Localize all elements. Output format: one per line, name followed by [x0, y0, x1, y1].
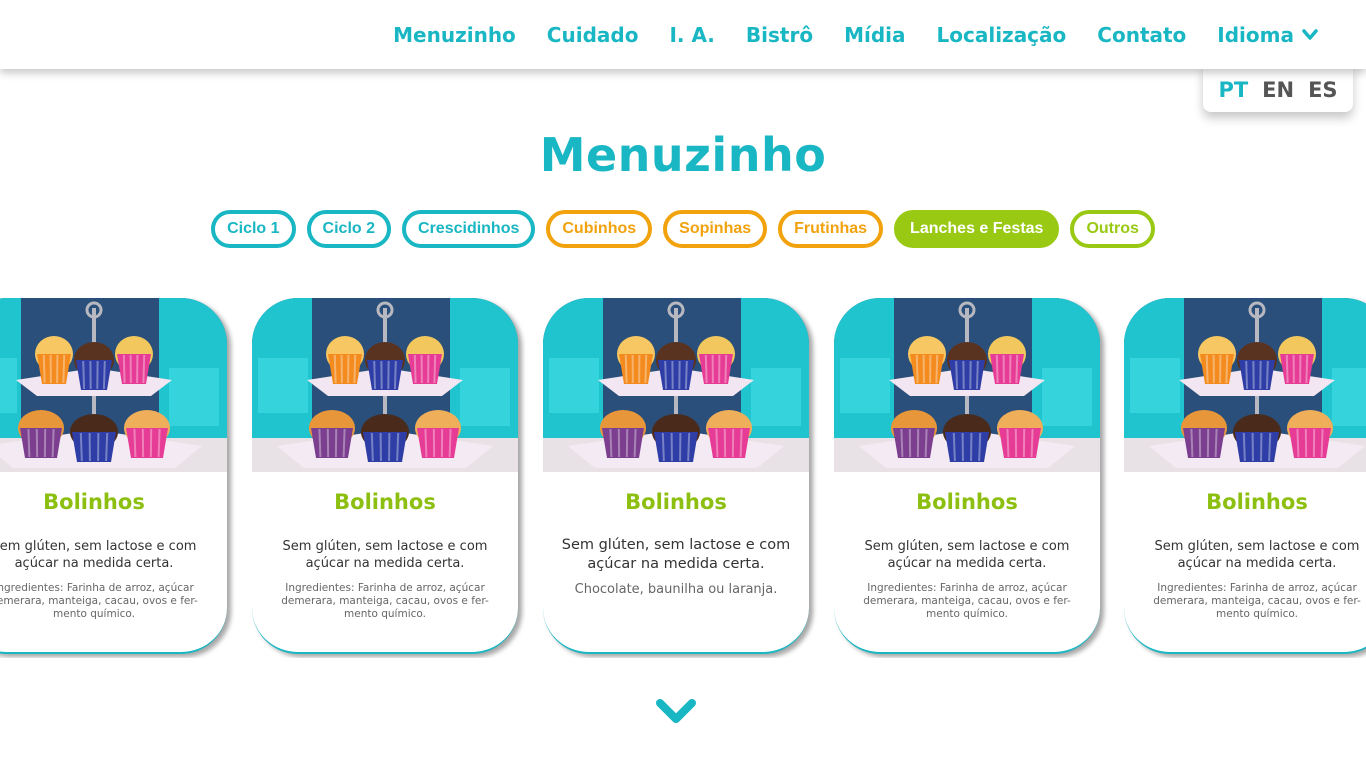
- filter-frutinhas[interactable]: Frutinhas: [778, 210, 884, 248]
- cupcake-wrapper: [367, 360, 403, 390]
- nav-contato[interactable]: Contato: [1097, 23, 1186, 47]
- cupcake-wrapper: [910, 354, 944, 384]
- product-image: [1124, 298, 1366, 472]
- gift-box: [258, 358, 308, 413]
- filter-cubinhos[interactable]: Cubinhos: [546, 210, 653, 248]
- cupcake-wrapper: [126, 428, 168, 458]
- product-description: Sem glúten, sem lactose e com açúcar na …: [1154, 539, 1360, 571]
- nav-idioma-label: Idioma: [1217, 22, 1294, 47]
- gift-box: [549, 358, 599, 413]
- cupcake-wrapper: [328, 354, 362, 384]
- top-navigation: Menuzinho Cuidado I. A. Bistrô Mídia Loc…: [0, 0, 1366, 69]
- cupcake-wrapper: [1200, 354, 1234, 384]
- cupcake-wrapper: [363, 432, 407, 462]
- cupcake-wrapper: [708, 428, 750, 458]
- product-name: Bolinhos: [916, 490, 1018, 514]
- language-option-es[interactable]: ES: [1308, 78, 1337, 102]
- gift-box: [1042, 368, 1092, 426]
- chevron-down-icon: [1302, 28, 1318, 40]
- product-ingredients: Chocolate, baunilha ou laranja.: [574, 582, 778, 597]
- gift-box: [460, 368, 510, 426]
- cupcake-wrapper: [20, 428, 62, 458]
- cupcake-wrapper: [658, 360, 694, 390]
- product-description: Sem glúten, sem lactose e com açúcar na …: [282, 539, 488, 571]
- gift-box: [169, 368, 219, 426]
- filter-lanches-e-festas[interactable]: Lanches e Festas: [894, 210, 1060, 248]
- nav-bistro[interactable]: Bistrô: [746, 23, 813, 47]
- gift-box: [840, 358, 890, 413]
- nav-idioma[interactable]: Idioma: [1217, 23, 1318, 47]
- cupcake-wrapper: [893, 428, 935, 458]
- page-title: Menuzinho: [539, 128, 827, 182]
- nav-ia[interactable]: I. A.: [669, 23, 714, 47]
- product-image: [543, 298, 809, 472]
- product-image: [0, 298, 227, 472]
- product-description: Sem glúten, sem lactose e com açúcar na …: [0, 539, 197, 571]
- product-ingredients: Ingredientes: Farinha de arroz, açúcar d…: [0, 582, 198, 620]
- nav-midia[interactable]: Mídia: [844, 23, 905, 47]
- cupcake-wrapper: [1235, 432, 1279, 462]
- scroll-down-chevron-icon[interactable]: [655, 698, 697, 726]
- product-image: [252, 298, 518, 472]
- gift-box: [1332, 368, 1366, 426]
- language-option-pt[interactable]: PT: [1218, 78, 1248, 102]
- cupcake-wrapper: [408, 354, 442, 384]
- product-card[interactable]: Bolinhos Sem glúten, sem lactose e com a…: [252, 298, 518, 654]
- cupcake-wrapper: [1239, 360, 1275, 390]
- product-carousel: Bolinhos Sem glúten, sem lactose e com a…: [0, 298, 1366, 658]
- cupcake-wrapper: [990, 354, 1024, 384]
- cupcake-wrapper: [37, 354, 71, 384]
- product-name: Bolinhos: [334, 490, 436, 514]
- product-ingredients: Ingredientes: Farinha de arroz, açúcar d…: [863, 582, 1071, 620]
- gift-box: [1130, 358, 1180, 413]
- gift-box: [751, 368, 801, 426]
- cupcake-wrapper: [117, 354, 151, 384]
- product-image: [834, 298, 1100, 472]
- cupcake-wrapper: [999, 428, 1041, 458]
- product-card[interactable]: Bolinhos Sem glúten, sem lactose e com a…: [543, 298, 809, 654]
- product-name: Bolinhos: [625, 490, 727, 514]
- language-dropdown: PT EN ES: [1203, 64, 1353, 112]
- cupcake-wrapper: [949, 360, 985, 390]
- filter-sopinhas[interactable]: Sopinhas: [663, 210, 768, 248]
- category-filters: Ciclo 1 Ciclo 2 Crescidinhos Cubinhos So…: [0, 210, 1366, 248]
- nav-menuzinho[interactable]: Menuzinho: [393, 23, 516, 47]
- nav-cuidado[interactable]: Cuidado: [547, 23, 639, 47]
- language-option-en[interactable]: EN: [1262, 78, 1294, 102]
- product-card[interactable]: Bolinhos Sem glúten, sem lactose e com a…: [834, 298, 1100, 654]
- cupcake-wrapper: [1280, 354, 1314, 384]
- nav-localizacao[interactable]: Localização: [937, 23, 1067, 47]
- cupcake-wrapper: [699, 354, 733, 384]
- gift-box: [0, 358, 17, 413]
- cupcake-wrapper: [76, 360, 112, 390]
- product-card[interactable]: Bolinhos Sem glúten, sem lactose e com a…: [1124, 298, 1366, 654]
- product-description: Sem glúten, sem lactose e com açúcar na …: [561, 537, 791, 572]
- product-name: Bolinhos: [1206, 490, 1308, 514]
- filter-crescidinhos[interactable]: Crescidinhos: [402, 210, 536, 248]
- product-ingredients: Ingredientes: Farinha de arroz, açúcar d…: [1153, 582, 1361, 620]
- filter-outros[interactable]: Outros: [1070, 210, 1155, 248]
- filter-ciclo-1[interactable]: Ciclo 1: [211, 210, 296, 248]
- main-menu: Menuzinho Cuidado I. A. Bistrô Mídia Loc…: [362, 0, 1318, 69]
- cupcake-wrapper: [417, 428, 459, 458]
- cupcake-wrapper: [1183, 428, 1225, 458]
- cupcake-wrapper: [602, 428, 644, 458]
- cupcake-wrapper: [945, 432, 989, 462]
- product-ingredients: Ingredientes: Farinha de arroz, açúcar d…: [281, 582, 489, 620]
- cupcake-wrapper: [311, 428, 353, 458]
- cupcake-wrapper: [654, 432, 698, 462]
- product-card[interactable]: Bolinhos Sem glúten, sem lactose e com a…: [0, 298, 227, 654]
- product-name: Bolinhos: [43, 490, 145, 514]
- product-description: Sem glúten, sem lactose e com açúcar na …: [864, 539, 1070, 571]
- cupcake-wrapper: [1289, 428, 1331, 458]
- cupcake-wrapper: [72, 432, 116, 462]
- cupcake-wrapper: [619, 354, 653, 384]
- filter-ciclo-2[interactable]: Ciclo 2: [306, 210, 392, 248]
